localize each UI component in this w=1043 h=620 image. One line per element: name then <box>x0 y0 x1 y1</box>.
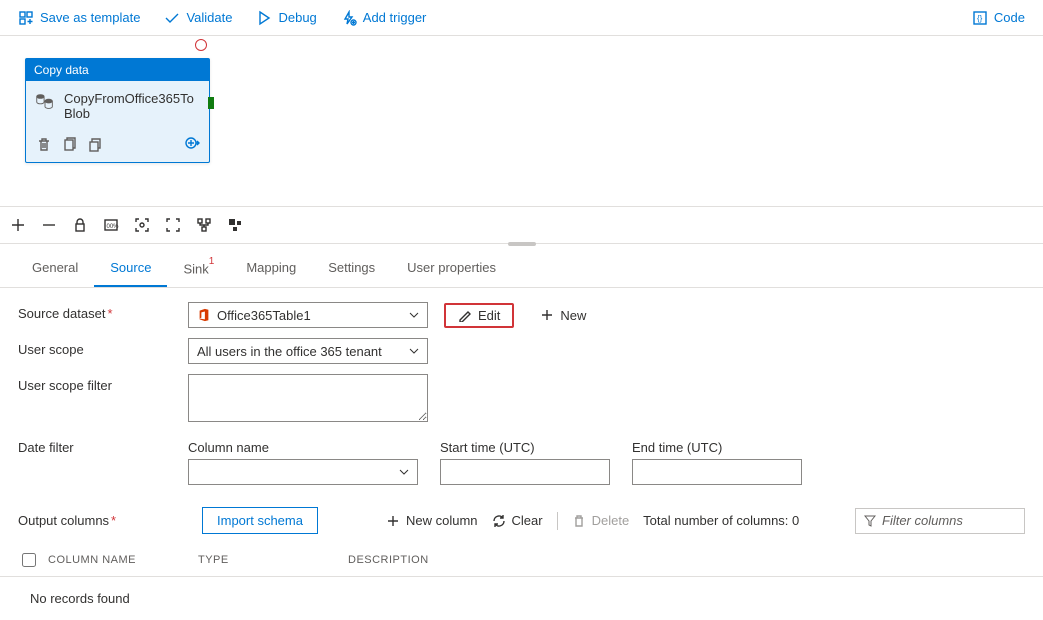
total-columns-count: Total number of columns: 0 <box>643 513 799 528</box>
trigger-icon <box>341 10 357 26</box>
grid-col-type: Type <box>198 554 348 566</box>
activity-body: CopyFromOffice365ToBlob <box>26 81 209 129</box>
plus-icon <box>540 308 554 322</box>
clone-icon[interactable] <box>88 137 104 153</box>
play-icon <box>256 10 272 26</box>
code-icon: {} <box>972 10 988 26</box>
activity-output-handle[interactable] <box>208 97 214 109</box>
source-dataset-label: Source dataset* <box>18 302 188 321</box>
chevron-down-icon <box>409 346 419 356</box>
clear-columns-button[interactable]: Clear <box>492 513 543 528</box>
date-filter-label: Date filter <box>18 440 188 455</box>
edit-dataset-button[interactable]: Edit <box>444 303 514 328</box>
validate-button[interactable]: Validate <box>154 6 242 30</box>
delete-columns-button: Delete <box>572 513 630 528</box>
activity-header: Copy data <box>26 59 209 81</box>
database-icon <box>34 91 56 113</box>
top-toolbar: Save as template Validate Debug Add trig… <box>0 0 1043 36</box>
fullscreen-icon[interactable] <box>165 217 182 234</box>
tab-mapping[interactable]: Mapping <box>230 252 312 287</box>
copy-data-activity[interactable]: Copy data CopyFromOffice365ToBlob <box>25 58 210 163</box>
add-trigger-label: Add trigger <box>363 10 427 25</box>
source-form: Source dataset* Office365Table1 Edit New… <box>0 288 1043 485</box>
tab-general[interactable]: General <box>16 252 94 287</box>
import-schema-button[interactable]: Import schema <box>202 507 318 534</box>
add-output-icon[interactable] <box>185 135 201 151</box>
plus-icon <box>386 514 400 528</box>
canvas-toolbar: 00% <box>0 206 1043 244</box>
save-as-template-label: Save as template <box>40 10 140 25</box>
user-scope-filter-input[interactable] <box>188 374 428 422</box>
activity-status-indicator <box>195 39 207 51</box>
add-trigger-button[interactable]: Add trigger <box>331 6 437 30</box>
zoom-reset-icon[interactable]: 00% <box>103 217 120 234</box>
auto-arrange-icon[interactable] <box>196 217 213 234</box>
tab-sink[interactable]: Sink1 <box>167 252 230 287</box>
activity-footer <box>26 129 209 162</box>
grid-col-name: Column name <box>48 554 198 566</box>
lock-icon[interactable] <box>72 217 89 234</box>
detail-tabs: General Source Sink1 Mapping Settings Us… <box>0 244 1043 288</box>
source-dataset-select[interactable]: Office365Table1 <box>188 302 428 328</box>
save-as-template-button[interactable]: Save as template <box>8 6 150 30</box>
validate-label: Validate <box>186 10 232 25</box>
tab-settings[interactable]: Settings <box>312 252 391 287</box>
end-time-input[interactable] <box>632 459 802 485</box>
fit-screen-icon[interactable] <box>134 217 151 234</box>
user-scope-filter-label: User scope filter <box>18 374 188 393</box>
filter-columns-input[interactable]: Filter columns <box>855 508 1025 534</box>
code-label: Code <box>994 10 1025 25</box>
panel-resize-handle[interactable] <box>508 242 536 246</box>
debug-button[interactable]: Debug <box>246 6 326 30</box>
check-icon <box>164 10 180 26</box>
debug-label: Debug <box>278 10 316 25</box>
new-dataset-button[interactable]: New <box>530 304 596 327</box>
column-name-label: Column name <box>188 440 418 455</box>
office-icon <box>197 308 211 322</box>
refresh-icon <box>492 514 506 528</box>
svg-text:00%: 00% <box>107 224 120 230</box>
delete-icon[interactable] <box>36 137 52 153</box>
tab-user-properties[interactable]: User properties <box>391 252 512 287</box>
chevron-down-icon <box>409 310 419 320</box>
start-time-label: Start time (UTC) <box>440 440 610 455</box>
code-button[interactable]: {} Code <box>962 6 1035 30</box>
separator <box>557 512 558 530</box>
minimap-icon[interactable] <box>227 217 244 234</box>
tab-source[interactable]: Source <box>94 252 167 287</box>
user-scope-label: User scope <box>18 338 188 357</box>
remove-icon[interactable] <box>41 217 58 234</box>
activity-name: CopyFromOffice365ToBlob <box>64 91 201 121</box>
start-time-input[interactable] <box>440 459 610 485</box>
copy-icon[interactable] <box>62 137 78 153</box>
select-all-checkbox[interactable] <box>22 553 36 567</box>
columns-grid-header: Column name Type Description <box>0 544 1043 577</box>
output-columns-label: Output columns* <box>18 513 188 528</box>
trash-icon <box>572 514 586 528</box>
pipeline-canvas[interactable]: Copy data CopyFromOffice365ToBlob <box>0 36 1043 206</box>
grid-col-description: Description <box>348 554 1025 566</box>
sink-badge: 1 <box>209 256 215 267</box>
new-column-button[interactable]: New column <box>386 513 478 528</box>
add-icon[interactable] <box>10 217 27 234</box>
output-columns-toolbar: Output columns* Import schema New column… <box>0 495 1043 544</box>
date-column-select[interactable] <box>188 459 418 485</box>
svg-text:{}: {} <box>977 14 983 23</box>
user-scope-select[interactable]: All users in the office 365 tenant <box>188 338 428 364</box>
template-icon <box>18 10 34 26</box>
filter-icon <box>864 515 876 527</box>
chevron-down-icon <box>399 467 409 477</box>
grid-empty-message: No records found <box>0 577 1043 620</box>
end-time-label: End time (UTC) <box>632 440 802 455</box>
pencil-icon <box>458 308 472 322</box>
